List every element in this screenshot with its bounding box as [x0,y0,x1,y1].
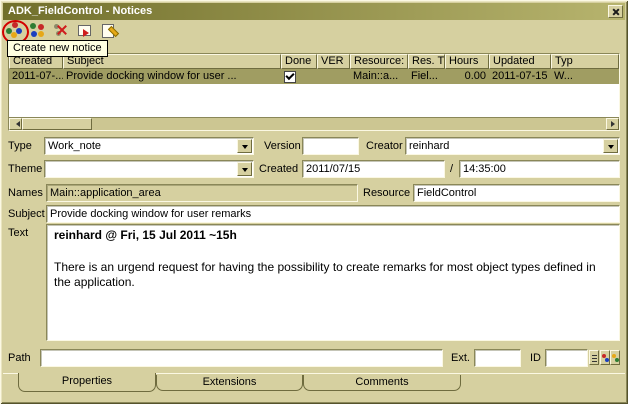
names-field[interactable]: Main::application_area [46,184,358,202]
scroll-thumb[interactable] [22,118,92,130]
version-field[interactable] [302,137,359,155]
text-label: Text [8,227,28,239]
title-bar[interactable]: ADK_FieldControl - Notices [3,3,625,20]
theme-dropdown-button[interactable] [237,162,252,176]
list-icon [592,355,597,356]
arrow-right-icon [611,121,618,127]
cell-type: W... [551,69,619,84]
chevron-down-icon [242,145,248,152]
text-area[interactable]: reinhard @ Fri, 15 Jul 2011 ~15h There i… [46,224,620,341]
column-header-ver[interactable]: VER [317,54,350,69]
path-link-button[interactable] [600,350,610,365]
table-row[interactable]: 2011-07-... Provide docking window for u… [9,69,619,84]
text-body: There is an urgend request for having th… [54,260,599,290]
tab-properties[interactable]: Properties [18,373,156,392]
window-title: ADK_FieldControl - Notices [8,5,152,17]
hscrollbar[interactable] [9,117,619,130]
cell-updated: 2011-07-15 [489,69,551,84]
column-header-type[interactable]: Typ [551,54,619,69]
cell-created: 2011-07-... [9,69,63,84]
cell-subject: Provide docking window for user ... [63,69,281,84]
tooltip: Create new notice [7,40,108,57]
done-checkbox[interactable] [284,71,296,83]
done-check-mark [285,71,294,80]
created-time-field[interactable]: 14:35:00 [459,160,620,178]
id-field[interactable] [545,349,588,367]
ext-label: Ext. [451,352,470,364]
creator-dropdown-button[interactable] [603,139,618,153]
chevron-down-icon [608,145,614,152]
theme-label: Theme [8,163,42,175]
column-header-hours[interactable]: Hours [445,54,489,69]
copy-notice-icon[interactable] [29,22,46,38]
names-label: Names [8,187,43,199]
path-field[interactable] [40,349,443,367]
arrow-left-icon [13,121,20,127]
creator-value: reinhard [409,140,449,152]
column-header-res-type[interactable]: Res. T [408,54,445,69]
creator-label: Creator [366,140,403,152]
cell-resource: Main::a... [350,69,408,84]
tab-extensions[interactable]: Extensions [156,375,303,391]
type-value: Work_note [48,140,101,152]
subject-label: Subject [8,208,45,220]
tab-comments[interactable]: Comments [303,375,461,391]
path-open-button[interactable] [610,350,620,365]
notices-window: { "window": { "title": "ADK_FieldControl… [0,0,628,404]
created-date-field[interactable]: 2011/07/15 [302,160,445,178]
scroll-right-button[interactable] [606,118,619,130]
edit-notice-icon[interactable] [100,22,117,38]
grid-empty-area [9,84,619,117]
notices-grid: Created Subject Done VER Resource: Res. … [8,53,620,131]
created-label: Created [259,163,298,175]
cell-done [281,69,317,84]
type-select[interactable]: Work_note [44,137,254,155]
column-header-resource[interactable]: Resource: [350,54,408,69]
type-dropdown-button[interactable] [237,139,252,153]
scroll-left-button[interactable] [9,118,22,130]
resource-label: Resource [363,187,410,199]
path-label: Path [8,352,31,364]
delete-notice-icon[interactable] [53,22,70,38]
cell-hours: 0.00 [445,69,489,84]
version-label: Version [264,140,301,152]
type-label: Type [8,140,32,152]
close-button[interactable] [608,5,623,18]
cell-res-type: Fiel... [408,69,445,84]
subject-field[interactable]: Provide docking window for user remarks [46,205,620,223]
resource-field[interactable]: FieldControl [413,184,620,202]
send-notice-icon[interactable] [76,22,93,38]
cell-ver [317,69,350,84]
id-label: ID [530,352,541,364]
theme-select[interactable] [44,160,254,178]
ext-field[interactable] [474,349,521,367]
date-time-separator: / [450,163,453,175]
path-browse-button[interactable] [589,350,599,365]
text-heading: reinhard @ Fri, 15 Jul 2011 ~15h [54,228,612,243]
chevron-down-icon [242,168,248,175]
column-header-done[interactable]: Done [281,54,317,69]
creator-select[interactable]: reinhard [405,137,620,155]
column-header-updated[interactable]: Updated [489,54,551,69]
